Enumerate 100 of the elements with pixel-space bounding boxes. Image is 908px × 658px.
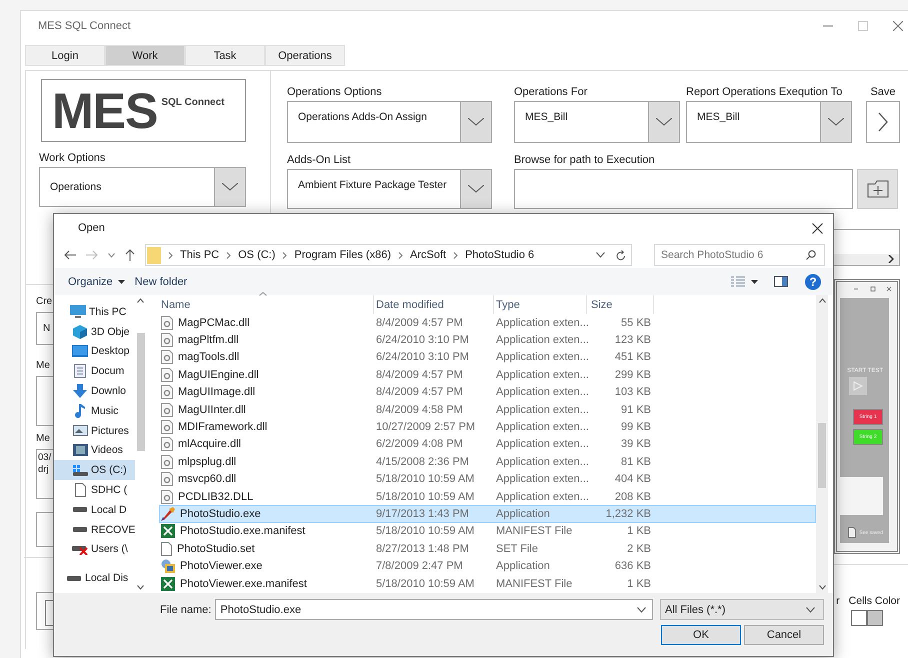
nav-item[interactable]: Downlo (54, 381, 136, 401)
file-row[interactable]: mlAcquire.dll 6/2/2009 4:08 PM Application exten... 39 KB (159, 436, 816, 454)
file-row[interactable]: PhotoViewer.exe.manifest 5/18/2010 10:59 AM MANIFEST File 1 KB (159, 574, 816, 592)
nav-item[interactable]: This PC (54, 302, 136, 322)
breadcrumb-item[interactable]: PhotoStudio 6 (465, 249, 534, 261)
help-button[interactable]: ? (805, 274, 821, 290)
tab[interactable]: Login (25, 45, 105, 66)
file-row[interactable]: magTools.dll 6/24/2010 3:10 PM Application exten... 451 KB (159, 348, 816, 366)
dropdown[interactable]: Operations Adds-On Assign (287, 101, 492, 143)
file-row[interactable]: PCDLIB32.DLL 5/18/2010 10:59 AM Application exten... 208 KB (159, 488, 816, 506)
field-label: Browse for path to Execution (514, 153, 656, 167)
nav-item[interactable]: Local D (54, 500, 136, 520)
scrollbar-thumb[interactable] (136, 333, 145, 451)
caret-icon[interactable] (751, 280, 758, 284)
close-icon[interactable] (812, 222, 823, 234)
scroll-up-icon[interactable] (137, 298, 144, 303)
file-row[interactable]: mlpsplug.dll 4/15/2008 2:36 PM Application exten... 81 KB (159, 453, 816, 471)
scroll-down-icon[interactable] (137, 585, 144, 590)
dropdown[interactable]: Ambient Fixture Package Tester (287, 169, 492, 209)
breadcrumb-item[interactable]: This PC (180, 249, 220, 261)
cancel-button[interactable]: Cancel (744, 625, 824, 645)
nav-item[interactable]: Desktop (54, 342, 136, 362)
view-options-icon[interactable] (731, 276, 745, 288)
nav-item[interactable]: SDHC ( (54, 480, 136, 500)
file-row[interactable]: MagPCMac.dll 8/4/2009 4:57 PM Application exten... 55 KB (159, 314, 816, 332)
organize-menu[interactable]: Organize (68, 276, 125, 288)
settings-file-icon (161, 490, 173, 504)
field-label: Save (869, 85, 897, 99)
chevron-down-icon[interactable] (596, 252, 605, 258)
ok-button[interactable]: OK (661, 625, 741, 645)
nav-item[interactable]: Videos (54, 440, 136, 460)
settings-file-icon (161, 420, 173, 434)
nav-item[interactable]: Music (54, 400, 136, 421)
color-swatch[interactable] (850, 610, 867, 626)
field-label: Me (36, 432, 50, 446)
scroll-down-icon[interactable] (818, 585, 826, 590)
dropdown[interactable]: MES_Bill (514, 101, 680, 143)
dropdown[interactable]: Operations (39, 167, 246, 207)
new-folder-button[interactable]: New folder (134, 276, 188, 288)
nav-item[interactable]: Docum (54, 361, 136, 382)
column-header[interactable]: Name (159, 295, 374, 314)
file-row[interactable]: MagUIEngine.dll 8/4/2009 4:57 PM Application exten... 299 KB (159, 366, 816, 384)
address-bar[interactable]: This PC OS (C:) Program Files (x86) ArcSoft PhotoStudio 6 (145, 244, 632, 266)
settings-file-icon (161, 437, 173, 452)
breadcrumb-item[interactable]: OS (C:) (238, 249, 276, 261)
input-field[interactable] (514, 169, 853, 209)
refresh-icon[interactable] (616, 250, 626, 260)
tab[interactable]: Work (105, 45, 185, 66)
file-row[interactable]: magPltfm.dll 6/24/2010 3:10 PM Application exten... 123 KB (159, 331, 816, 349)
nav-item[interactable]: Pictures (54, 420, 136, 441)
chevron-down-icon[interactable] (108, 252, 115, 258)
settings-file-icon (161, 368, 173, 382)
search-field[interactable]: Search PhotoStudio 6 (654, 244, 825, 266)
nav-item[interactable]: 3D Obje (54, 322, 136, 342)
nav-item[interactable]: OS (C:) (54, 460, 136, 480)
tab[interactable]: Task (185, 45, 265, 66)
field-label: r (836, 595, 840, 607)
document-icon (848, 527, 856, 538)
file-type-dropdown[interactable]: All Files (*.*) (660, 599, 824, 620)
scroll-up-icon[interactable] (818, 298, 826, 303)
nav-item[interactable]: Local Dis (54, 568, 136, 588)
back-arrow-icon[interactable] (64, 250, 76, 260)
nav-item[interactable]: Users (\ (54, 540, 136, 560)
spreadsheet-icon (161, 576, 175, 591)
file-row[interactable]: MDIFramework.dll 10/27/2009 2:57 PM Application exten... 99 KB (159, 418, 816, 436)
file-row[interactable]: PhotoViewer.exe 7/8/2009 2:47 PM Application 636 KB (159, 557, 816, 575)
breadcrumb-item[interactable]: ArcSoft (410, 249, 446, 261)
field-label: Cre (36, 295, 52, 309)
chevron-right-icon (398, 252, 403, 258)
tab[interactable]: Operations (265, 45, 345, 66)
computer-icon (70, 305, 86, 318)
file-row[interactable]: PhotoStudio.exe.manifest 5/18/2010 10:59 AM MANIFEST File 1 KB (159, 522, 816, 540)
chevron-right-icon (453, 252, 458, 258)
field-label: File name: (160, 604, 212, 616)
settings-file-icon (161, 454, 173, 469)
chevron-down-icon (637, 606, 646, 612)
add-folder-button[interactable] (857, 169, 898, 209)
file-row[interactable]: PhotoStudio.set 8/27/2013 1:48 PM SET File 2 KB (159, 540, 816, 558)
column-header[interactable]: Size (587, 295, 654, 314)
color-swatch[interactable] (866, 610, 883, 626)
column-header[interactable]: Type (494, 295, 587, 314)
up-arrow-icon[interactable] (125, 249, 135, 261)
file-row[interactable]: msvcp60.dll 5/18/2010 10:59 AM Application exten... 404 KB (159, 470, 816, 488)
chevron-right-icon (878, 112, 888, 132)
column-header[interactable]: Date modified (374, 295, 494, 314)
preview-pane-icon[interactable] (774, 276, 788, 287)
save-button[interactable] (866, 101, 900, 143)
file-row[interactable]: MagUIImage.dll 8/4/2009 4:57 PM Application exten... 103 KB (159, 384, 816, 401)
scrollbar[interactable] (816, 295, 828, 593)
drive-icon (73, 507, 87, 512)
scroll-right-icon[interactable] (888, 255, 894, 263)
file-name-field[interactable]: PhotoStudio.exe (215, 599, 653, 620)
file-row[interactable]: MagUIInter.dll 8/4/2009 4:58 PM Application exten... 91 KB (159, 400, 816, 418)
dropdown[interactable]: MES_Bill (686, 101, 852, 143)
drive-error-icon (72, 544, 88, 555)
nav-item[interactable]: RECOVE (54, 520, 136, 540)
file-row[interactable]: PhotoStudio.exe 9/17/2013 1:43 PM Application 1,232 KB (159, 505, 816, 523)
scrollbar-thumb[interactable] (818, 423, 826, 488)
field-label: Report Operations Exeqution To (686, 85, 844, 99)
breadcrumb-item[interactable]: Program Files (x86) (294, 249, 391, 261)
